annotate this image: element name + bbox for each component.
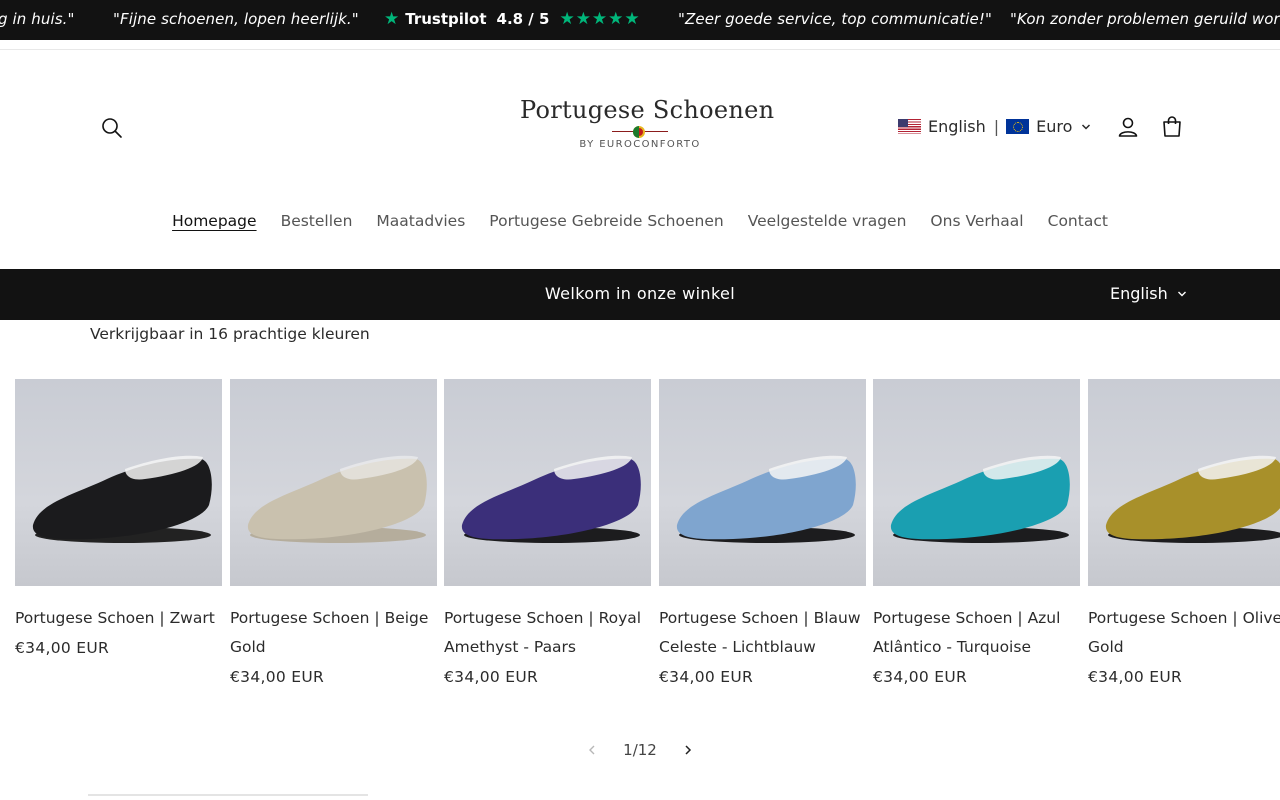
section-subtitle: Verkrijgbaar in 16 prachtige kleuren <box>90 325 370 343</box>
nav-item-ons-verhaal[interactable]: Ons Verhaal <box>930 212 1023 230</box>
shoe-image <box>247 455 427 543</box>
nav-item-gebreide-schoenen[interactable]: Portugese Gebreide Schoenen <box>489 212 723 230</box>
main-navigation: Homepage Bestellen Maatadvies Portugese … <box>0 212 1280 230</box>
welcome-message: Welkom in onze winkel <box>544 284 736 303</box>
ticker-review: "Zeer goede service, top communicatie!" <box>678 10 992 28</box>
search-button[interactable] <box>99 115 125 141</box>
nav-item-faq[interactable]: Veelgestelde vragen <box>748 212 907 230</box>
product-price: €34,00 EUR <box>873 668 968 686</box>
product-price: €34,00 EUR <box>230 668 325 686</box>
nav-item-contact[interactable]: Contact <box>1048 212 1108 230</box>
product-title[interactable]: Portugese Schoen | Olive Gold <box>1088 604 1280 662</box>
trustpilot-star-icon: ★ <box>384 9 400 29</box>
shoe-image <box>32 455 212 543</box>
previous-slide-button[interactable] <box>582 740 602 760</box>
language-label: English <box>928 117 986 136</box>
shoe-image <box>1105 455 1280 543</box>
chevron-right-icon <box>685 745 692 755</box>
site-logo[interactable]: Portugese Schoenen BY EUROCONFORTO <box>520 96 775 156</box>
product-title[interactable]: Portugese Schoen | Blauw Celeste - Licht… <box>659 604 866 662</box>
review-ticker: g in huis." "Fijne schoenen, lopen heerl… <box>0 0 1280 40</box>
carousel-pager: 1/12 <box>582 738 698 762</box>
language-selector[interactable]: English <box>1110 284 1187 303</box>
product-title[interactable]: Portugese Schoen | Beige Gold <box>230 604 437 662</box>
shoe-image <box>890 455 1070 543</box>
language-selector-label: English <box>1110 284 1168 303</box>
trustpilot-label: Trustpilot <box>405 10 487 28</box>
product-price: €34,00 EUR <box>15 639 110 657</box>
divider <box>88 794 368 796</box>
product-card[interactable]: Portugese Schoen | Zwart €34,00 EUR <box>15 379 222 657</box>
logo-title: Portugese Schoenen <box>520 96 775 124</box>
separator: | <box>993 117 1000 136</box>
nav-item-homepage[interactable]: Homepage <box>172 212 257 230</box>
chevron-left-icon <box>589 745 595 755</box>
product-card[interactable]: Portugese Schoen | Blauw Celeste - Licht… <box>659 379 866 686</box>
product-image[interactable] <box>15 379 222 586</box>
product-image[interactable] <box>659 379 866 586</box>
chevron-down-icon <box>1082 123 1091 130</box>
chevron-down-icon <box>1177 291 1186 296</box>
ticker-review: g in huis." <box>0 10 75 28</box>
trustpilot-rating[interactable]: ★ Trustpilot 4.8 / 5 ★★★★★ <box>384 9 641 29</box>
product-image[interactable] <box>230 379 437 586</box>
product-price: €34,00 EUR <box>659 668 754 686</box>
product-image[interactable] <box>1088 379 1280 586</box>
trustpilot-score: 4.8 / 5 <box>496 10 550 28</box>
search-icon <box>102 118 122 138</box>
product-card[interactable]: Portugese Schoen | Olive Gold €34,00 EUR <box>1088 379 1280 686</box>
nav-item-bestellen[interactable]: Bestellen <box>281 212 353 230</box>
product-price: €34,00 EUR <box>1088 668 1183 686</box>
product-card[interactable]: Portugese Schoen | Royal Amethyst - Paar… <box>444 379 651 686</box>
product-image[interactable] <box>873 379 1080 586</box>
nav-item-maatadvies[interactable]: Maatadvies <box>376 212 465 230</box>
cart-button[interactable] <box>1160 115 1184 139</box>
currency-label: Euro <box>1036 117 1073 136</box>
product-title[interactable]: Portugese Schoen | Zwart <box>15 604 222 633</box>
eu-flag-icon <box>1006 119 1030 134</box>
pager-count: 1/12 <box>623 741 657 759</box>
user-icon <box>1118 117 1138 137</box>
logo-subtitle: BY EUROCONFORTO <box>579 139 701 150</box>
us-flag-icon <box>898 119 921 134</box>
product-image[interactable] <box>444 379 651 586</box>
shoe-image <box>676 455 856 543</box>
product-title[interactable]: Portugese Schoen | Azul Atlântico - Turq… <box>873 604 1080 662</box>
next-slide-button[interactable] <box>678 740 698 760</box>
product-card[interactable]: Portugese Schoen | Azul Atlântico - Turq… <box>873 379 1080 686</box>
shoe-image <box>461 455 641 543</box>
divider <box>0 49 1280 50</box>
cart-icon <box>1163 116 1181 137</box>
announcement-bar: Welkom in onze winkel English <box>0 269 1280 320</box>
account-button[interactable] <box>1116 115 1140 139</box>
ticker-review: "Kon zonder problemen geruild worden <box>1010 10 1280 28</box>
localization-selector[interactable]: English | Euro <box>898 117 1091 136</box>
portugal-emblem-icon <box>633 126 645 138</box>
trustpilot-stars: ★★★★★ <box>559 9 641 29</box>
product-card[interactable]: Portugese Schoen | Beige Gold €34,00 EUR <box>230 379 437 686</box>
product-title[interactable]: Portugese Schoen | Royal Amethyst - Paar… <box>444 604 651 662</box>
ticker-review: "Fijne schoenen, lopen heerlijk." <box>113 10 359 28</box>
product-price: €34,00 EUR <box>444 668 539 686</box>
